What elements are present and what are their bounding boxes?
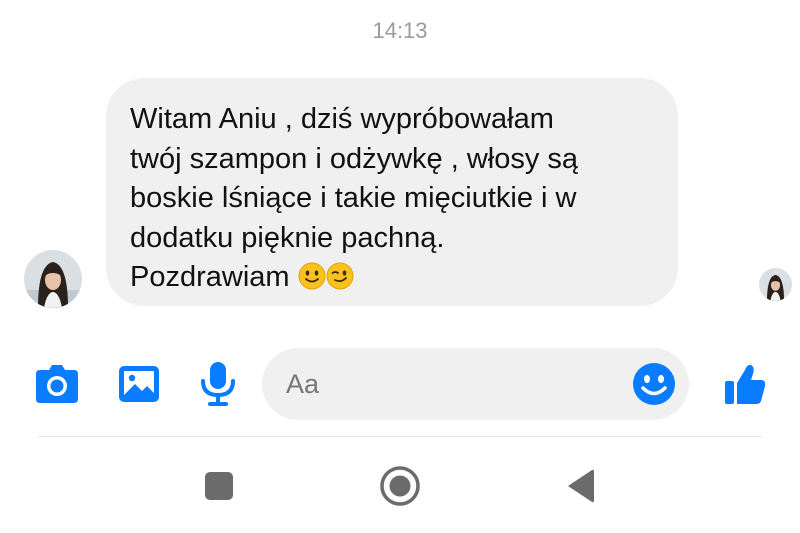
- like-button[interactable]: [723, 362, 767, 406]
- incoming-message-bubble[interactable]: Witam Aniu , dziś wypróbowałam twój szam…: [106, 78, 678, 306]
- thumbs-up-icon: [725, 364, 766, 404]
- gallery-button[interactable]: [117, 362, 161, 406]
- message-line: Pozdrawiam: [130, 261, 290, 293]
- message-text: Witam Aniu , dziś wypróbowałam twój szam…: [130, 100, 654, 298]
- microphone-icon: [201, 362, 235, 406]
- read-receipt-avatar: [759, 268, 792, 301]
- sender-avatar[interactable]: [24, 250, 82, 308]
- message-timestamp: 14:13: [372, 18, 428, 43]
- message-composer[interactable]: [262, 348, 689, 420]
- recents-icon: [205, 472, 233, 500]
- voice-message-button[interactable]: [196, 362, 240, 406]
- avatar-photo: [759, 268, 792, 301]
- message-input[interactable]: [286, 348, 616, 420]
- emoji-button[interactable]: [632, 362, 676, 406]
- camera-icon: [36, 365, 78, 403]
- winking-face-icon: [326, 262, 354, 290]
- avatar-photo: [24, 250, 82, 308]
- recents-button[interactable]: [195, 462, 243, 510]
- home-button[interactable]: [376, 462, 424, 510]
- message-line: dodatku pięknie pachną.: [130, 221, 445, 254]
- back-icon: [568, 469, 594, 503]
- message-line: Witam Aniu , dziś wypróbowałam: [130, 103, 554, 135]
- message-line-last: Pozdrawiam: [130, 258, 654, 298]
- emoji-icon: [633, 363, 675, 405]
- message-line: boskie lśniące i takie mięciutkie i w: [130, 182, 577, 214]
- divider: [38, 436, 762, 437]
- message-line: twój szampon i odżywkę , włosy są: [130, 142, 579, 175]
- camera-button[interactable]: [35, 362, 79, 406]
- slightly-smiling-face-icon: [298, 262, 326, 290]
- messenger-chat-screen: 14:13 Witam Aniu , dziś wypróbowałam twó…: [0, 0, 800, 533]
- back-button[interactable]: [556, 462, 604, 510]
- gallery-icon: [119, 366, 159, 402]
- home-icon: [380, 466, 420, 506]
